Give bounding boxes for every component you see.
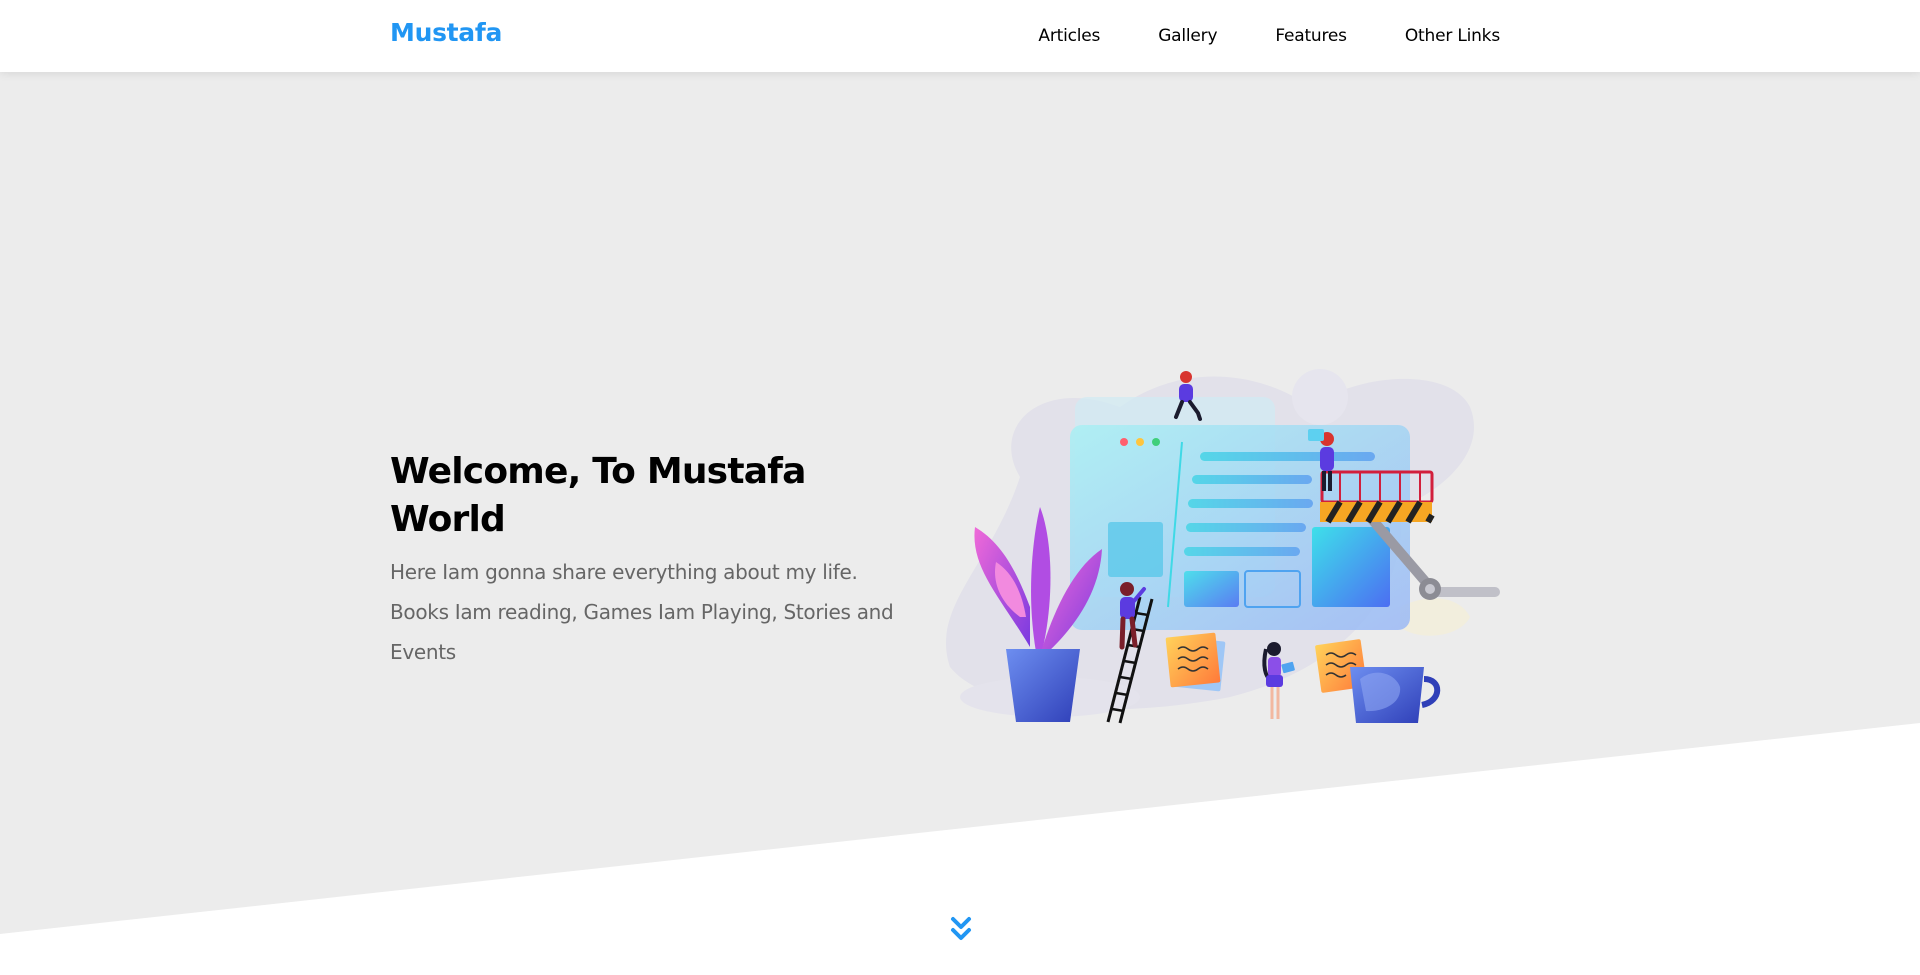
scroll-down-button[interactable] — [950, 915, 972, 943]
logo[interactable]: Mustafa — [390, 18, 502, 47]
hero-description: Here Iam gonna share everything about my… — [390, 560, 894, 664]
hero-text: Welcome, To Mustafa World Here Iam gonna… — [390, 448, 910, 672]
nav-link-features[interactable]: Features — [1275, 26, 1347, 46]
nav-link-gallery[interactable]: Gallery — [1158, 26, 1217, 46]
hero-title: Welcome, To Mustafa World — [390, 451, 806, 540]
hero-section: Welcome, To Mustafa World Here Iam gonna… — [0, 72, 1920, 934]
landing-illustration — [930, 367, 1530, 727]
main-nav: Articles Gallery Features Other Links — [980, 0, 1500, 72]
double-chevron-down-icon — [951, 917, 971, 940]
nav-link-other-links[interactable]: Other Links — [1405, 26, 1500, 46]
site-header: Mustafa Articles Gallery Features Other … — [0, 0, 1920, 72]
nav-link-articles[interactable]: Articles — [1038, 26, 1100, 46]
